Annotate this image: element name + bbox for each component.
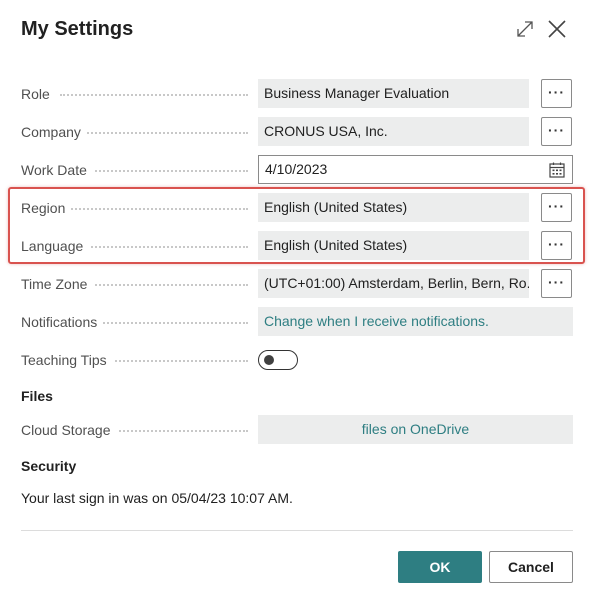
work-date-input[interactable]: 4/10/2023 — [258, 155, 573, 184]
ellipsis-icon: ··· — [548, 122, 565, 138]
work-date-value: 4/10/2023 — [265, 161, 328, 177]
ellipsis-icon: ··· — [548, 84, 565, 100]
role-row: Role Business Manager Evaluation ··· — [0, 75, 595, 113]
role-lookup-button[interactable]: ··· — [541, 79, 572, 108]
ellipsis-icon: ··· — [548, 236, 565, 252]
company-leader — [60, 132, 248, 134]
notifications-label: Notifications — [21, 303, 104, 341]
teaching-tips-toggle[interactable] — [258, 350, 298, 370]
toggle-knob — [264, 355, 274, 365]
role-leader — [60, 94, 248, 96]
region-lookup-button[interactable]: ··· — [541, 193, 572, 222]
company-label: Company — [21, 113, 87, 151]
close-icon — [548, 20, 566, 38]
cloud-storage-link[interactable]: files on OneDrive — [258, 415, 573, 444]
company-field[interactable]: CRONUS USA, Inc. — [258, 117, 529, 146]
footer-divider — [21, 530, 573, 531]
region-leader — [60, 208, 248, 210]
teaching-tips-row: Teaching Tips — [0, 341, 595, 379]
cloud-storage-label: Cloud Storage — [21, 411, 117, 449]
language-field[interactable]: English (United States) — [258, 231, 529, 260]
calendar-icon[interactable] — [548, 161, 566, 179]
files-heading: Files — [21, 388, 53, 404]
work-date-label: Work Date — [21, 151, 93, 189]
ellipsis-icon: ··· — [548, 198, 565, 214]
company-lookup-button[interactable]: ··· — [541, 117, 572, 146]
teaching-tips-label: Teaching Tips — [21, 341, 113, 379]
language-row: Language English (United States) ··· — [0, 227, 595, 265]
time-zone-row: Time Zone (UTC+01:00) Amsterdam, Berlin,… — [0, 265, 595, 303]
close-button[interactable] — [544, 16, 570, 42]
region-label: Region — [21, 189, 72, 227]
last-sign-in-text: Your last sign in was on 05/04/23 10:07 … — [21, 490, 293, 506]
role-field[interactable]: Business Manager Evaluation — [258, 79, 529, 108]
language-lookup-button[interactable]: ··· — [541, 231, 572, 260]
language-label: Language — [21, 227, 90, 265]
cloud-storage-row: Cloud Storage files on OneDrive — [0, 411, 595, 449]
time-zone-lookup-button[interactable]: ··· — [541, 269, 572, 298]
time-zone-label: Time Zone — [21, 265, 94, 303]
expand-button[interactable] — [512, 16, 538, 42]
work-date-row: Work Date 4/10/2023 — [0, 151, 595, 189]
dialog-title: My Settings — [21, 18, 134, 40]
my-settings-dialog: My Settings Role Business Manager Evalua… — [0, 0, 595, 604]
notifications-link[interactable]: Change when I receive notifications. — [258, 307, 573, 336]
cancel-button[interactable]: Cancel — [489, 551, 573, 583]
expand-icon — [517, 21, 533, 37]
region-field[interactable]: English (United States) — [258, 193, 529, 222]
notifications-row: Notifications Change when I receive noti… — [0, 303, 595, 341]
role-label: Role — [21, 75, 56, 113]
time-zone-field[interactable]: (UTC+01:00) Amsterdam, Berlin, Bern, Ro.… — [258, 269, 529, 298]
ellipsis-icon: ··· — [548, 274, 565, 290]
region-row: Region English (United States) ··· — [0, 189, 595, 227]
company-row: Company CRONUS USA, Inc. ··· — [0, 113, 595, 151]
security-heading: Security — [21, 458, 77, 474]
ok-button[interactable]: OK — [398, 551, 482, 583]
